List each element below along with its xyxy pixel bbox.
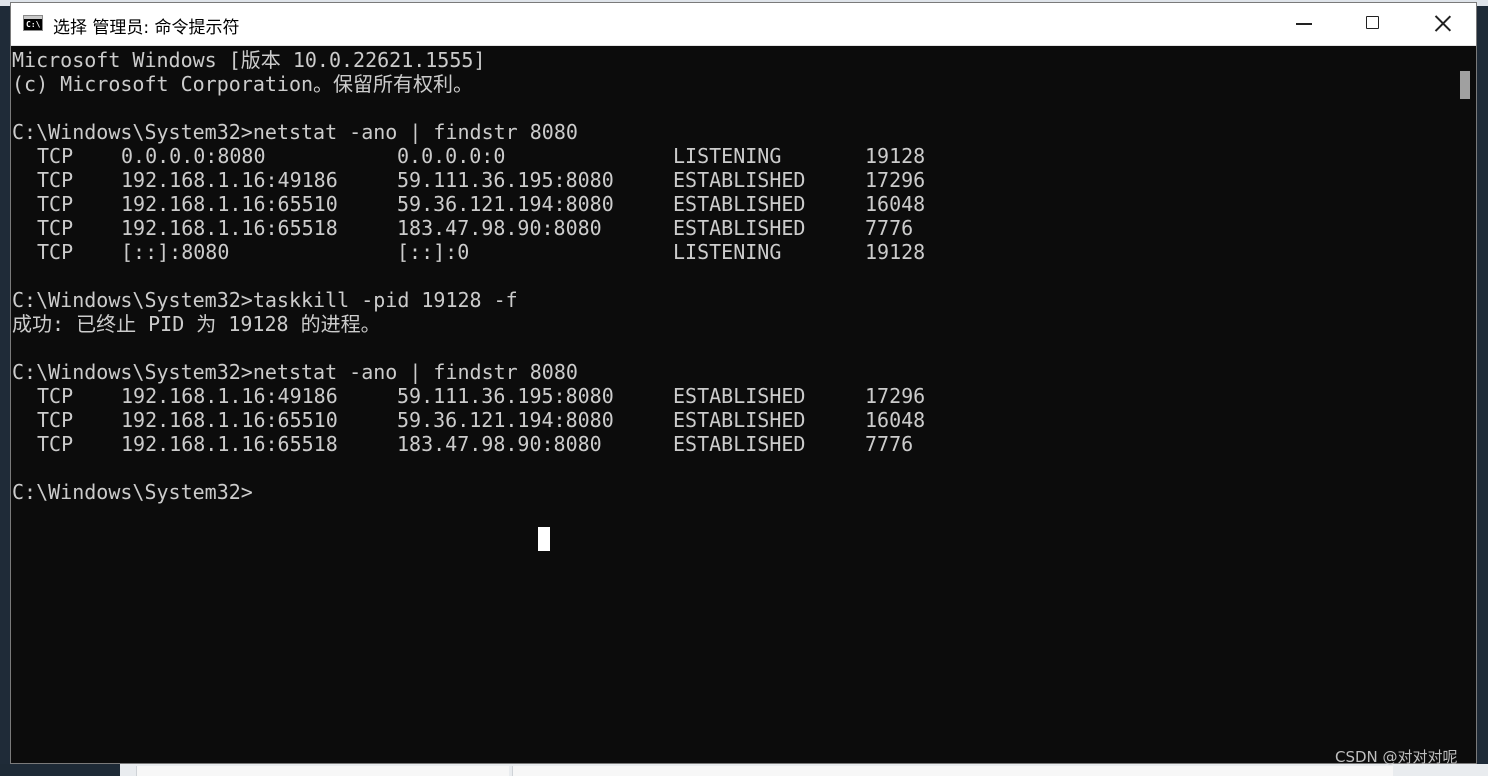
background-panel-left <box>136 766 509 776</box>
pid-cell: 17296 <box>865 384 926 408</box>
background-panel-right <box>512 766 1393 776</box>
title-bar[interactable]: C:\ 选择 管理员: 命令提示符 <box>11 3 1476 46</box>
proto-cell: TCP <box>37 192 74 216</box>
foreign-address-cell: [::]:0 <box>397 240 470 264</box>
pid-cell: 19128 <box>865 144 926 168</box>
netstat-row: TCP 192.168.1.16:65518 183.47.98.90:8080… <box>12 432 1452 456</box>
proto-cell: TCP <box>37 432 74 456</box>
maximize-icon <box>1366 16 1379 29</box>
pid-cell: 7776 <box>865 216 914 240</box>
foreign-address-cell: 183.47.98.90:8080 <box>397 216 602 240</box>
text-cursor <box>538 527 550 551</box>
foreign-address-cell: 183.47.98.90:8080 <box>397 432 602 456</box>
close-button[interactable] <box>1408 3 1476 45</box>
local-address-cell: [::]:8080 <box>121 240 230 264</box>
local-address-cell: 192.168.1.16:49186 <box>121 168 338 192</box>
local-address-cell: 192.168.1.16:65518 <box>121 432 338 456</box>
foreign-address-cell: 59.36.121.194:8080 <box>397 408 614 432</box>
proto-cell: TCP <box>37 384 74 408</box>
pid-cell: 16048 <box>865 192 926 216</box>
netstat-row: TCP 192.168.1.16:65510 59.36.121.194:808… <box>12 192 1452 216</box>
state-cell: ESTABLISHED <box>673 384 806 408</box>
background-dark-panel <box>0 764 120 776</box>
cmd-window[interactable]: C:\ 选择 管理员: 命令提示符 Microsoft Windows [版本 … <box>10 2 1477 764</box>
pid-cell: 7776 <box>865 432 914 456</box>
console-output[interactable]: Microsoft Windows [版本 10.0.22621.1555] (… <box>11 46 1452 763</box>
local-address-cell: 192.168.1.16:49186 <box>121 384 338 408</box>
window-title: 选择 管理员: 命令提示符 <box>53 18 240 38</box>
proto-cell: TCP <box>37 144 74 168</box>
command-line: C:\Windows\System32>netstat -ano | finds… <box>12 360 578 384</box>
proto-cell: TCP <box>37 408 74 432</box>
foreign-address-cell: 59.111.36.195:8080 <box>397 168 614 192</box>
state-cell: ESTABLISHED <box>673 408 806 432</box>
pid-cell: 17296 <box>865 168 926 192</box>
state-cell: ESTABLISHED <box>673 432 806 456</box>
local-address-cell: 192.168.1.16:65510 <box>121 192 338 216</box>
netstat-row: TCP 192.168.1.16:65518 183.47.98.90:8080… <box>12 216 1452 240</box>
state-cell: ESTABLISHED <box>673 216 806 240</box>
scrollbar-thumb[interactable] <box>1460 71 1470 99</box>
foreign-address-cell: 59.36.121.194:8080 <box>397 192 614 216</box>
proto-cell: TCP <box>37 168 74 192</box>
netstat-row: TCP 0.0.0.0:8080 0.0.0.0:0 LISTENING 191… <box>12 144 1452 168</box>
close-icon <box>1434 14 1452 32</box>
taskkill-result-line: 成功: 已终止 PID 为 19128 的进程。 <box>12 312 381 336</box>
local-address-cell: 0.0.0.0:8080 <box>121 144 266 168</box>
proto-cell: TCP <box>37 216 74 240</box>
state-cell: LISTENING <box>673 240 782 264</box>
netstat-row: TCP 192.168.1.16:49186 59.111.36.195:808… <box>12 384 1452 408</box>
proto-cell: TCP <box>37 240 74 264</box>
pid-cell: 19128 <box>865 240 926 264</box>
command-line: C:\Windows\System32>taskkill -pid 19128 … <box>12 288 518 312</box>
console-copyright-line: (c) Microsoft Corporation。保留所有权利。 <box>12 72 474 96</box>
watermark: CSDN @对对对呢 <box>1335 748 1458 766</box>
minimize-button[interactable] <box>1268 3 1338 45</box>
vertical-scrollbar[interactable] <box>1452 46 1476 763</box>
foreign-address-cell: 59.111.36.195:8080 <box>397 384 614 408</box>
local-address-cell: 192.168.1.16:65518 <box>121 216 338 240</box>
command-line: C:\Windows\System32>netstat -ano | finds… <box>12 120 578 144</box>
console-header-line: Microsoft Windows [版本 10.0.22621.1555] <box>12 48 486 72</box>
netstat-row: TCP 192.168.1.16:49186 59.111.36.195:808… <box>12 168 1452 192</box>
pid-cell: 16048 <box>865 408 926 432</box>
local-address-cell: 192.168.1.16:65510 <box>121 408 338 432</box>
prompt-line[interactable]: C:\Windows\System32> <box>12 480 1452 504</box>
cmd-app-icon-text: C:\ <box>26 20 41 29</box>
netstat-row: TCP [::]:8080 [::]:0 LISTENING 19128 <box>12 240 1452 264</box>
minimize-icon <box>1296 23 1312 25</box>
cmd-app-icon[interactable]: C:\ <box>23 15 43 31</box>
background-app-strip <box>0 764 1488 776</box>
cmd-app-icon-bar <box>24 16 42 19</box>
netstat-row: TCP 192.168.1.16:65510 59.36.121.194:808… <box>12 408 1452 432</box>
state-cell: LISTENING <box>673 144 782 168</box>
foreign-address-cell: 0.0.0.0:0 <box>397 144 506 168</box>
state-cell: ESTABLISHED <box>673 168 806 192</box>
state-cell: ESTABLISHED <box>673 192 806 216</box>
maximize-button[interactable] <box>1338 3 1408 45</box>
